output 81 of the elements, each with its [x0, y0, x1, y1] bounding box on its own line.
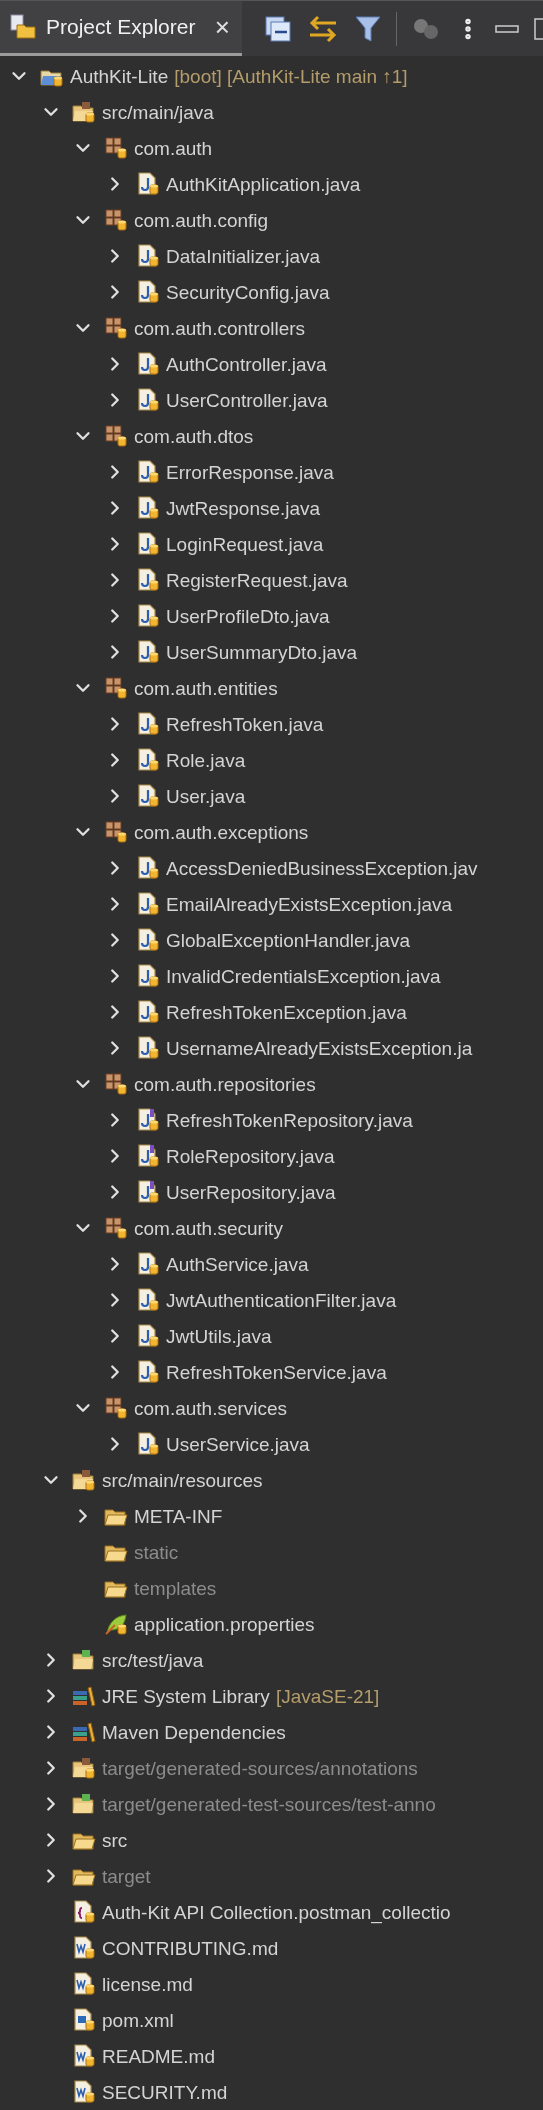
tree-item-label[interactable]: META-INF — [134, 1506, 223, 1526]
tree-item-label[interactable]: CONTRIBUTING.md — [102, 1938, 279, 1958]
tree-item-label[interactable]: RegisterRequest.java — [166, 570, 348, 590]
tree-item-label[interactable]: UserService.java — [166, 1434, 310, 1454]
item-decoration: [boot] [AuthKit-Lite main ↑1] — [174, 66, 408, 86]
package-icon — [102, 207, 130, 233]
tree-item-label[interactable]: README.md — [102, 2046, 215, 2066]
tree-item-label[interactable]: templates — [134, 1578, 217, 1598]
tree-item-label[interactable]: AuthService.java — [166, 1254, 309, 1274]
tree-item-label[interactable]: Maven Dependencies — [102, 1722, 286, 1742]
tree-item-label[interactable]: RefreshTokenRepository.java — [166, 1110, 413, 1130]
tree-item-label[interactable]: UsernameAlreadyExistsException.ja — [166, 1038, 473, 1058]
tree-item-label[interactable]: ErrorResponse.java — [166, 462, 334, 482]
tree-item-label[interactable]: SecurityConfig.java — [166, 282, 330, 302]
tree-item-label[interactable]: src — [102, 1830, 128, 1850]
tree-item-label[interactable]: com.auth — [134, 138, 213, 158]
view-title: Project Explorer — [46, 14, 196, 41]
tree-item-label[interactable]: license.md — [102, 1974, 193, 1994]
filter-icon[interactable] — [354, 13, 382, 44]
collapse-all-icon[interactable] — [264, 14, 292, 43]
tree-item-label[interactable]: target/generated-sources/annotations — [102, 1758, 418, 1778]
tree-item-label[interactable]: JRE System Library — [102, 1686, 270, 1706]
tree-item-label[interactable]: GlobalExceptionHandler.java — [166, 930, 410, 950]
tree-item-label[interactable]: AuthController.java — [166, 354, 327, 374]
package-icon — [102, 423, 130, 449]
tree-item-label[interactable]: AuthKitApplication.java — [166, 174, 361, 194]
tree-item-label[interactable]: DataInitializer.java — [166, 246, 321, 266]
tree-item-label[interactable]: src/test/java — [102, 1650, 204, 1670]
tree-item-label[interactable]: User.java — [166, 786, 246, 806]
tree-item-label[interactable]: src/main/java — [102, 102, 214, 122]
tree-item-label[interactable]: JwtResponse.java — [166, 498, 321, 518]
books-icon — [70, 1683, 98, 1709]
source-folder-icon — [70, 1467, 98, 1493]
tree-item-label[interactable]: RefreshTokenException.java — [166, 1002, 407, 1022]
tree-item-label[interactable]: UserRepository.java — [166, 1182, 336, 1202]
tree-item-label[interactable]: com.auth.dtos — [134, 426, 254, 446]
tree-item-label[interactable]: com.auth.exceptions — [134, 822, 309, 842]
tree-item-label[interactable]: RefreshToken.java — [166, 714, 324, 734]
tree-item-label[interactable]: target/generated-test-sources/test-anno — [102, 1794, 436, 1814]
item-decoration: [JavaSE-21] — [275, 1686, 380, 1706]
tree-item-label[interactable]: pom.xml — [102, 2010, 174, 2030]
maximize-icon[interactable] — [533, 16, 543, 41]
tree-item-label[interactable]: LoginRequest.java — [166, 534, 324, 554]
package-icon — [102, 135, 130, 161]
tree-item-label[interactable]: AuthKit-Lite — [70, 66, 169, 86]
package-icon — [102, 1395, 130, 1421]
books-icon — [70, 1719, 98, 1745]
tree-item-label[interactable]: RoleRepository.java — [166, 1146, 335, 1166]
source-folder-icon — [70, 1755, 98, 1781]
package-icon — [102, 1071, 130, 1097]
explorer-folder-icon — [8, 12, 38, 42]
minimize-icon[interactable] — [495, 23, 519, 34]
package-icon — [102, 1215, 130, 1241]
tree-item-label[interactable]: EmailAlreadyExistsException.java — [166, 894, 453, 914]
tree-item-label[interactable]: AccessDeniedBusinessException.jav — [166, 858, 478, 878]
tree-item-label[interactable]: com.auth.controllers — [134, 318, 306, 338]
tree-item-label[interactable]: InvalidCredentialsException.java — [166, 966, 441, 986]
tree-item-label[interactable]: com.auth.repositories — [134, 1074, 316, 1094]
tree-item-label[interactable]: application.properties — [134, 1614, 315, 1634]
tree-item-label[interactable]: target — [102, 1866, 151, 1886]
package-icon — [102, 315, 130, 341]
tree-item-label[interactable]: JwtAuthenticationFilter.java — [166, 1290, 397, 1310]
tree-item-label[interactable]: UserProfileDto.java — [166, 606, 330, 626]
tree-item-label[interactable]: com.auth.config — [134, 210, 269, 230]
tree-item-label[interactable]: RefreshTokenService.java — [166, 1362, 387, 1382]
tree-item-label[interactable]: SECURITY.md — [102, 2082, 228, 2102]
source-folder-icon — [70, 99, 98, 125]
view-tab[interactable]: Project Explorer × — [0, 1, 242, 56]
package-icon — [102, 819, 130, 845]
tree-item-label[interactable]: JwtUtils.java — [166, 1326, 272, 1346]
tree-item-label[interactable]: UserController.java — [166, 390, 328, 410]
tree-item-label[interactable]: Role.java — [166, 750, 246, 770]
tree-item-label[interactable]: Auth-Kit API Collection.postman_collectio — [102, 1902, 451, 1922]
tree-item-label[interactable]: com.auth.security — [134, 1218, 283, 1238]
tree-item-label[interactable]: static — [134, 1542, 179, 1562]
tree-item-label[interactable]: UserSummaryDto.java — [166, 642, 358, 662]
package-icon — [102, 675, 130, 701]
tree-item-label[interactable]: com.auth.services — [134, 1398, 288, 1418]
close-button[interactable]: × — [214, 14, 230, 40]
tree-item-label[interactable]: com.auth.entities — [134, 678, 278, 698]
tree-item-label[interactable]: src/main/resources — [102, 1470, 263, 1490]
